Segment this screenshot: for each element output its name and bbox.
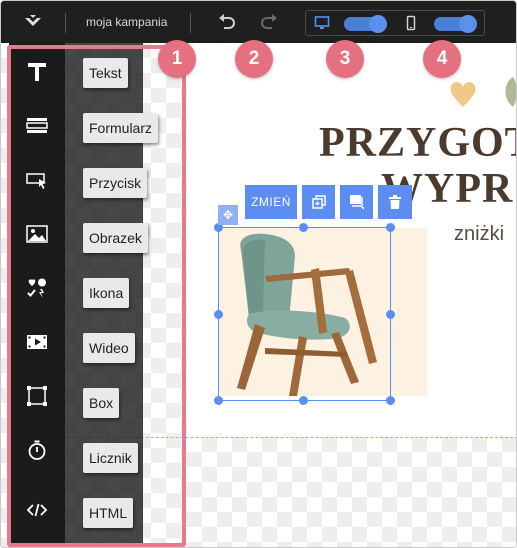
desktop-toggle[interactable] (344, 15, 387, 33)
annotation-badge: 4 (423, 40, 461, 78)
device-switcher (305, 10, 485, 36)
trash-icon (389, 195, 401, 209)
leaf-shape[interactable] (501, 75, 517, 109)
heart-shape[interactable] (448, 79, 478, 109)
selection-frame[interactable] (218, 227, 391, 401)
element-toolbar: ZMIEŃ (245, 185, 412, 219)
resize-handle[interactable] (214, 310, 223, 319)
toggle-knob (459, 15, 477, 33)
sidebar-highlight-frame (7, 45, 186, 547)
divider (190, 13, 191, 33)
redo-icon[interactable] (260, 12, 280, 32)
move-handle-icon[interactable]: ✥ (218, 205, 238, 225)
mobile-toggle[interactable] (434, 15, 477, 33)
duplicate-icon (311, 195, 326, 209)
logo-icon[interactable] (23, 12, 43, 32)
top-bar: moja kampania (1, 1, 516, 43)
toggle-knob (369, 15, 387, 33)
resize-handle[interactable] (386, 310, 395, 319)
undo-icon[interactable] (216, 12, 236, 32)
divider (65, 13, 66, 33)
change-button[interactable]: ZMIEŃ (245, 185, 302, 219)
delete-button[interactable] (378, 185, 412, 219)
resize-handle[interactable] (299, 396, 308, 405)
mobile-icon[interactable] (403, 15, 419, 31)
annotation-badge: 2 (235, 40, 273, 78)
layer-icon (349, 195, 364, 210)
subheadline[interactable]: zniżki (454, 223, 504, 246)
annotation-badge: 1 (158, 40, 196, 78)
editor-window: moja kampania PRZYGOT WYPR zniżki ✥ ZMIE… (0, 0, 517, 548)
headline[interactable]: PRZYGOT (319, 119, 516, 167)
annotation-badge: 3 (326, 40, 364, 78)
transparent-area (187, 437, 516, 547)
resize-handle[interactable] (299, 223, 308, 232)
campaign-name[interactable]: moja kampania (86, 15, 167, 29)
resize-handle[interactable] (214, 396, 223, 405)
duplicate-button[interactable] (302, 185, 340, 219)
resize-handle[interactable] (386, 396, 395, 405)
resize-handle[interactable] (386, 223, 395, 232)
layer-button[interactable] (340, 185, 378, 219)
desktop-icon[interactable] (314, 15, 330, 31)
